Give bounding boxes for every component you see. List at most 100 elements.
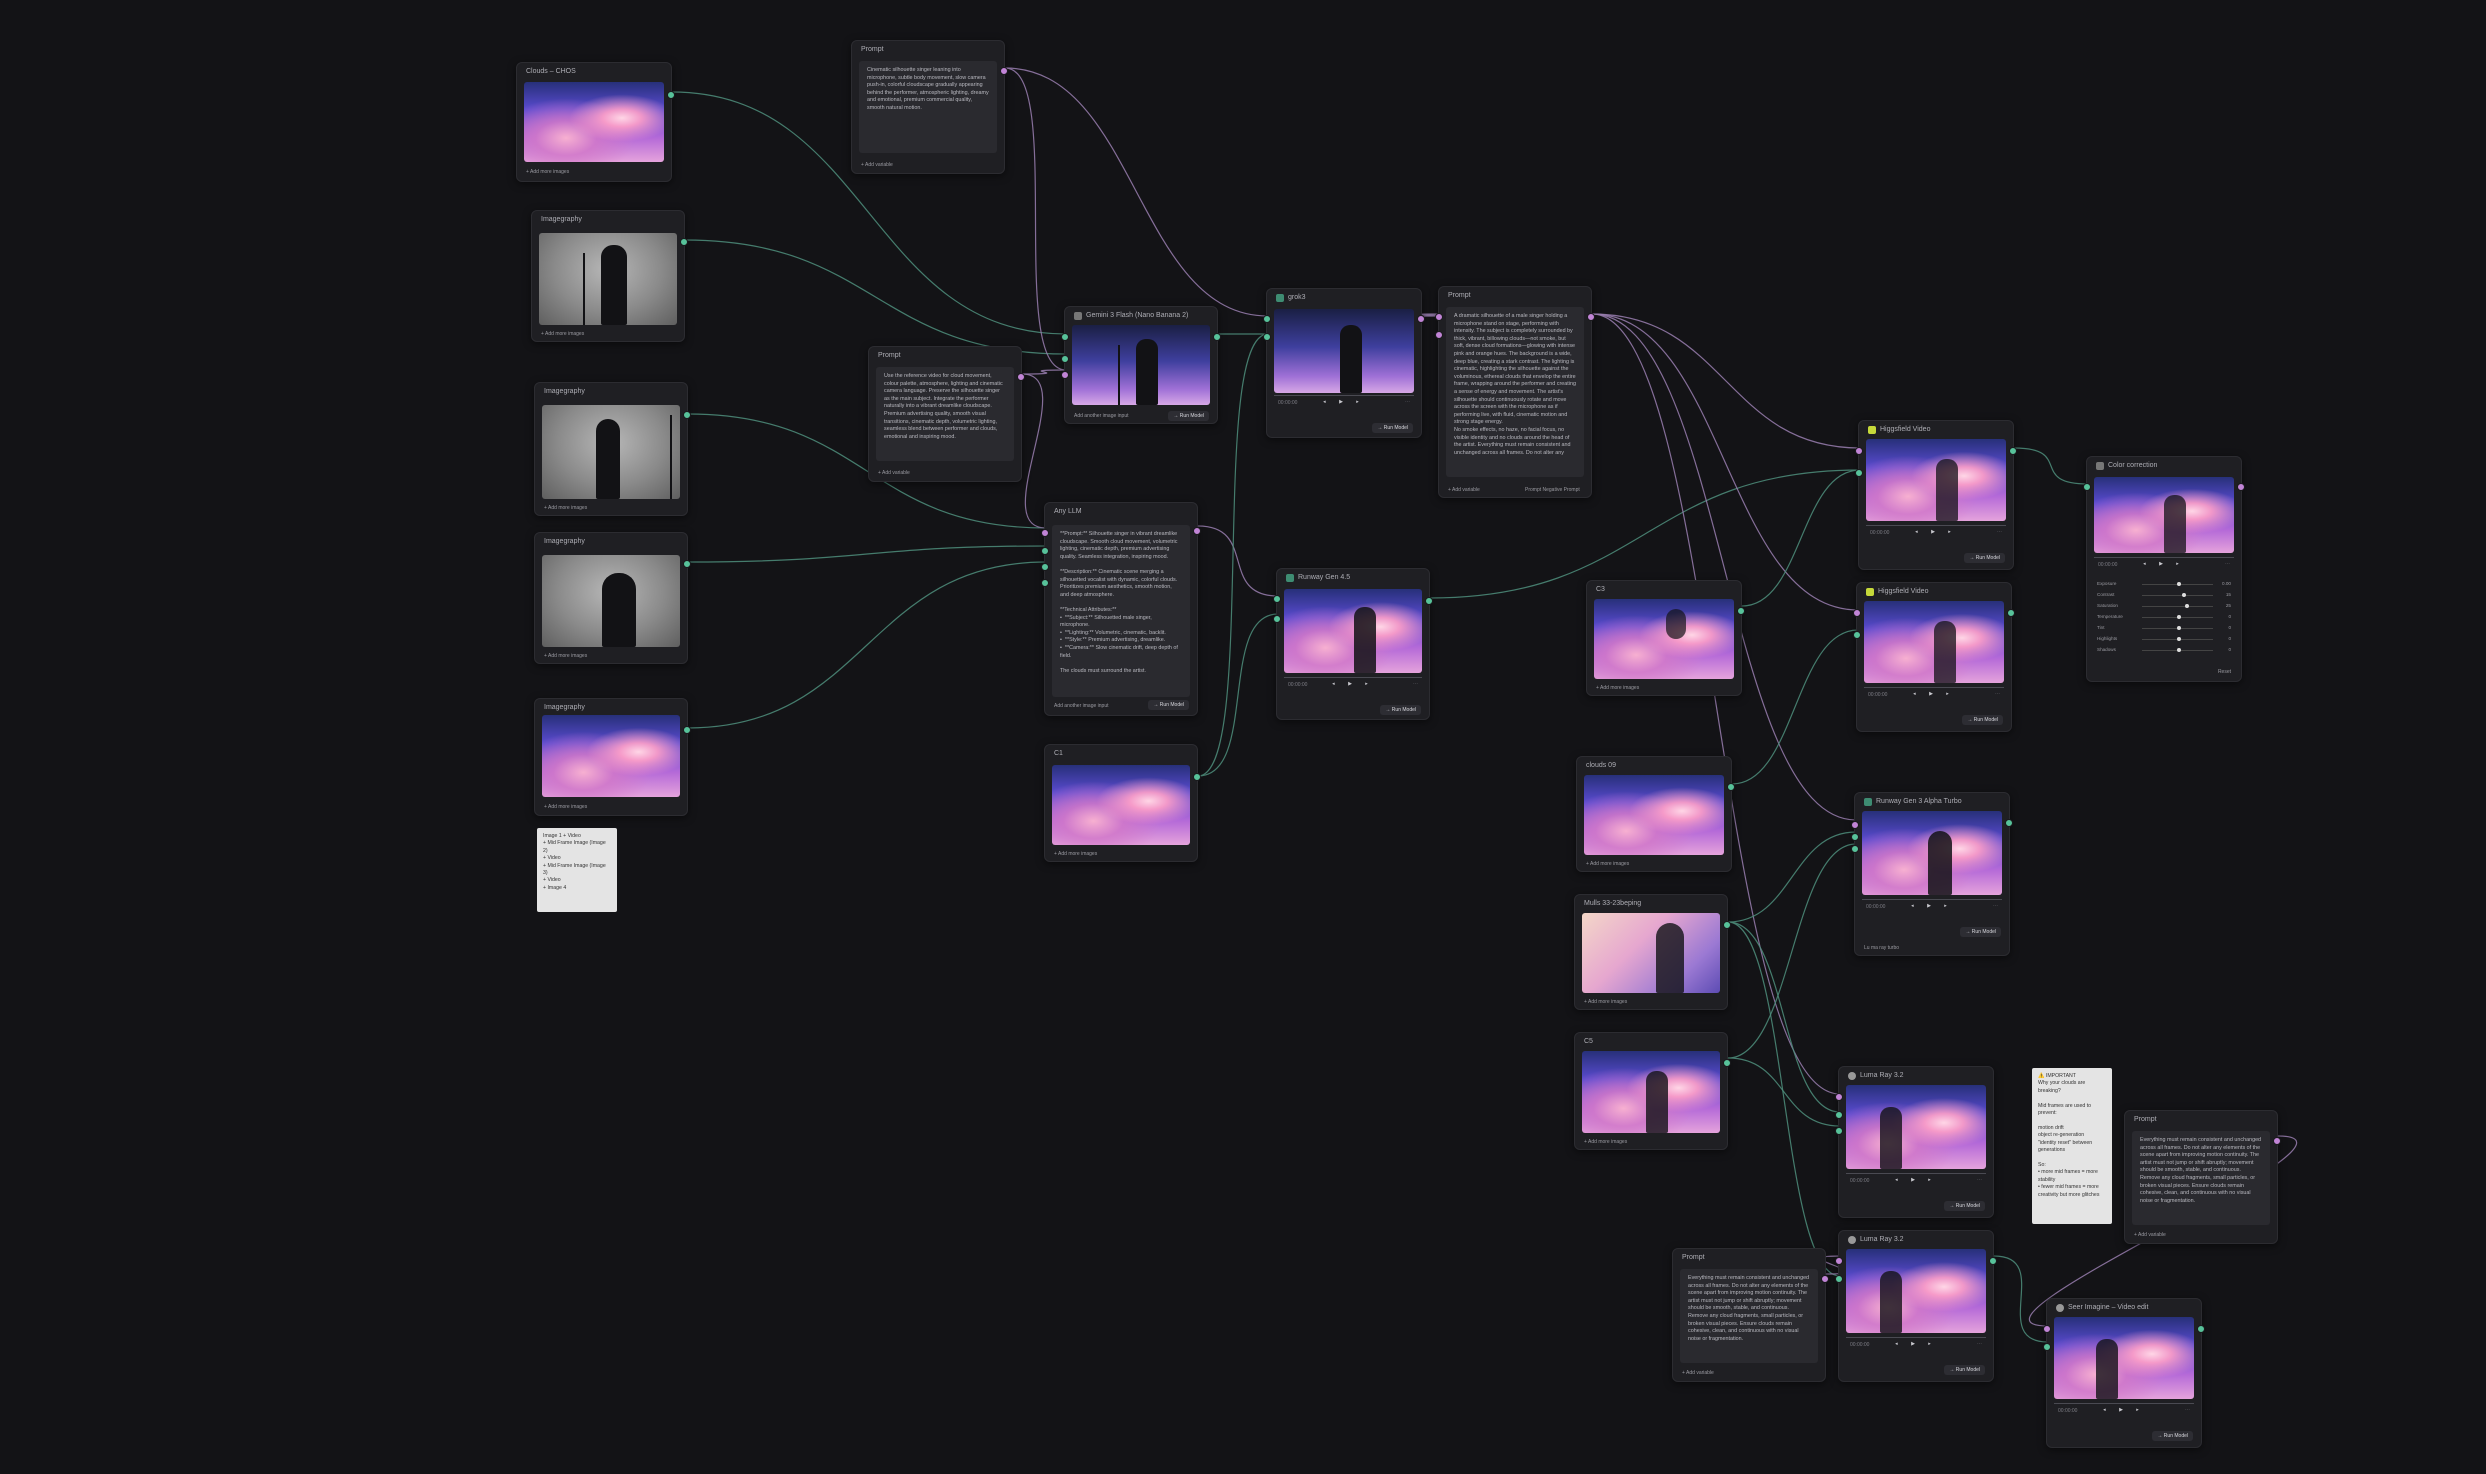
node-title: Imagegraphy xyxy=(541,216,582,223)
video-controls[interactable]: 00:00:00 ◂ ▶ ▸ ⋯ xyxy=(1846,1173,1986,1187)
slider-value: 0.00 xyxy=(2222,581,2231,586)
add-images-link[interactable]: + Add more images xyxy=(544,505,587,511)
add-images-link[interactable]: + Add more images xyxy=(544,804,587,810)
gemini-node[interactable]: Gemini 3 Flash (Nano Banana 2) Add anoth… xyxy=(1061,306,1221,424)
add-variable-link[interactable]: + Add variable xyxy=(878,470,910,476)
luma-ray-node-1[interactable]: Luma Ray 3.2 00:00:00 ◂ ▶ ▸ ⋯ → Run Model xyxy=(1835,1066,1994,1218)
slider-knob[interactable] xyxy=(2176,582,2181,586)
color-slider-row[interactable]: Highlights 0 xyxy=(2097,636,2231,643)
sticky-note-left[interactable]: Image 1 + Video + Mid Frame Image (Image… xyxy=(537,828,617,912)
color-slider-row[interactable]: Contrast 15 xyxy=(2097,592,2231,599)
color-slider-row[interactable]: Exposure 0.00 xyxy=(2097,581,2231,588)
luma-ray-node-2[interactable]: Luma Ray 3.2 00:00:00 ◂ ▶ ▸ ⋯ → Run Model xyxy=(1835,1230,1997,1382)
mulls-node[interactable]: Mulls 33-23beping + Add more images xyxy=(1574,894,1731,1010)
prompt-text[interactable]: Cinematic silhouette singer leaning into… xyxy=(859,61,997,153)
reset-button[interactable]: Reset xyxy=(2218,669,2231,675)
c5-node[interactable]: C5 + Add more images xyxy=(1574,1032,1731,1150)
add-image-input-link[interactable]: Add another image input xyxy=(1054,703,1108,709)
c3-node[interactable]: C3 + Add more images xyxy=(1586,580,1745,696)
video-controls[interactable]: 00:00:00 ◂ ▶ ▸ ⋯ xyxy=(1274,395,1414,409)
add-images-link[interactable]: + Add more images xyxy=(544,653,587,659)
clouds-chos-node[interactable]: Clouds – CHOS + Add more images xyxy=(516,62,675,182)
sticky-note-important[interactable]: ⚠️ IMPORTANT Why your clouds are breakin… xyxy=(2032,1068,2112,1224)
run-model-button[interactable]: → Run Model xyxy=(1372,423,1413,433)
video-controls[interactable]: 00:00:00 ◂ ▶ ▸ ⋯ xyxy=(2054,1403,2194,1417)
run-model-button[interactable]: → Run Model xyxy=(1944,1201,1985,1211)
slider-knob[interactable] xyxy=(2181,593,2186,597)
connection-wire xyxy=(1197,613,1279,777)
add-images-link[interactable]: + Add more images xyxy=(1054,851,1097,857)
imagegraphy-node-4[interactable]: Imagegraphy + Add more images xyxy=(534,698,691,816)
slider-knob[interactable] xyxy=(2176,637,2181,641)
run-model-button[interactable]: → Run Model xyxy=(1960,927,2001,937)
prompt-node-ref[interactable]: Prompt Use the reference video for cloud… xyxy=(868,346,1025,482)
color-slider-row[interactable]: Temperature 0 xyxy=(2097,614,2231,621)
slider-track[interactable] xyxy=(2142,606,2213,607)
color-correction-node[interactable]: Color correction 00:00:00 ◂ ▶ ▸ ⋯ Exposure… xyxy=(2083,456,2245,682)
run-model-button[interactable]: → Run Model xyxy=(1962,715,2003,725)
higgsfield-video-node-1[interactable]: Higgsfield Video 00:00:00 ◂ ▶ ▸ ⋯ → Run Mo… xyxy=(1855,420,2017,570)
add-images-link[interactable]: + Add more images xyxy=(526,169,569,175)
run-model-button[interactable]: → Run Model xyxy=(1380,705,1421,715)
llm-output-text[interactable]: **Prompt:** Silhouette singer in vibrant… xyxy=(1052,525,1190,697)
run-model-button[interactable]: → Run Model xyxy=(1944,1365,1985,1375)
prompt-text[interactable]: Everything must remain consistent and un… xyxy=(1680,1269,1818,1363)
cloud-image xyxy=(524,82,664,162)
slider-knob[interactable] xyxy=(2176,648,2181,652)
video-controls[interactable]: 00:00:00 ◂ ▶ ▸ ⋯ xyxy=(2094,557,2234,571)
any-llm-node[interactable]: Any LLM **Prompt:** Silhouette singer in… xyxy=(1041,502,1201,716)
prompt-node-top[interactable]: Prompt Cinematic silhouette singer leani… xyxy=(851,40,1008,174)
color-slider-row[interactable]: Shadows 0 xyxy=(2097,647,2231,654)
run-model-button[interactable]: → Run Model xyxy=(1148,700,1189,710)
add-images-link[interactable]: + Add more images xyxy=(1596,685,1639,691)
runway-gen3-alpha-node[interactable]: Runway Gen 3 Alpha Turbo 00:00:00 ◂ ▶ ▸ ⋯ … xyxy=(1851,792,2013,956)
video-controls[interactable]: 00:00:00 ◂ ▶ ▸ ⋯ xyxy=(1864,687,2004,701)
color-slider-row[interactable]: Saturation 25 xyxy=(2097,603,2231,610)
slider-knob[interactable] xyxy=(2176,615,2181,619)
video-controls[interactable]: 00:00:00 ◂ ▶ ▸ ⋯ xyxy=(1284,677,1422,691)
slider-value: 15 xyxy=(2225,592,2231,597)
add-images-link[interactable]: + Add more images xyxy=(1586,861,1629,867)
slider-knob[interactable] xyxy=(2185,604,2190,608)
prompt-text[interactable]: Use the reference video for cloud moveme… xyxy=(876,367,1014,461)
slider-label: Contrast xyxy=(2097,592,2115,597)
prompt-text[interactable]: Everything must remain consistent and un… xyxy=(2132,1131,2270,1225)
clouds-09-node[interactable]: clouds 09 + Add more images xyxy=(1576,756,1735,872)
c1-node[interactable]: C1 + Add more images xyxy=(1044,744,1201,862)
video-controls[interactable]: 00:00:00 ◂ ▶ ▸ ⋯ xyxy=(1862,899,2002,913)
slider-knob[interactable] xyxy=(2176,626,2181,630)
runway-gen45-node[interactable]: Runway Gen 4.5 00:00:00 ◂ ▶ ▸ ⋯ → Run Mode… xyxy=(1273,568,1433,720)
connection-wire xyxy=(1993,1255,2049,1343)
prompt-node-mid[interactable]: Prompt A dramatic silhouette of a male s… xyxy=(1435,286,1595,498)
play-icon: ◂ ▶ ▸ xyxy=(1895,1177,1937,1183)
grok3-node[interactable]: grok3 00:00:00 ◂ ▶ ▸ ⋯ → Run Model xyxy=(1263,288,1425,438)
add-variable-link[interactable]: + Add variable xyxy=(2134,1232,2166,1238)
singer-cloud-image xyxy=(1582,913,1720,993)
prompt-node-bottom-left[interactable]: Prompt Everything must remain consistent… xyxy=(1672,1248,1829,1382)
add-images-link[interactable]: + Add more images xyxy=(1584,1139,1627,1145)
add-variable-link[interactable]: + Add variable xyxy=(1682,1370,1714,1376)
add-variable-link[interactable]: + Add variable xyxy=(1448,487,1480,493)
add-variable-link[interactable]: + Add variable xyxy=(861,162,893,168)
imagegraphy-node-2[interactable]: Imagegraphy + Add more images xyxy=(534,382,691,516)
add-image-input-link[interactable]: Add another image input xyxy=(1074,413,1128,419)
add-images-link[interactable]: + Add more images xyxy=(1584,999,1627,1005)
slider-track[interactable] xyxy=(2142,595,2213,596)
run-model-button[interactable]: → Run Model xyxy=(2152,1431,2193,1441)
prompt-tabs[interactable]: Prompt Negative Prompt xyxy=(1525,487,1580,493)
run-model-button[interactable]: → Run Model xyxy=(1168,411,1209,421)
seer-imagine-video-edit-node[interactable]: Seer Imagine – Video edit 00:00:00 ◂ ▶ ▸ ⋯… xyxy=(2043,1298,2205,1448)
video-controls[interactable]: 00:00:00 ◂ ▶ ▸ ⋯ xyxy=(1846,1337,1986,1351)
video-controls[interactable]: 00:00:00 ◂ ▶ ▸ ⋯ xyxy=(1866,525,2006,539)
prompt-node-bottom-right[interactable]: Prompt Everything must remain consistent… xyxy=(2124,1110,2281,1244)
imagegraphy-node-3[interactable]: Imagegraphy + Add more images xyxy=(534,532,691,664)
prompt-text[interactable]: A dramatic silhouette of a male singer h… xyxy=(1446,307,1584,477)
connection-wire xyxy=(1731,629,1859,785)
add-images-link[interactable]: + Add more images xyxy=(541,331,584,337)
imagegraphy-node-1[interactable]: Imagegraphy + Add more images xyxy=(531,210,688,342)
slider-label: Exposure xyxy=(2097,581,2117,586)
higgsfield-video-node-2[interactable]: Higgsfield Video 00:00:00 ◂ ▶ ▸ ⋯ → Run Mo… xyxy=(1853,582,2015,732)
run-model-button[interactable]: → Run Model xyxy=(1964,553,2005,563)
color-slider-row[interactable]: Tint 0 xyxy=(2097,625,2231,632)
node-title: Luma Ray 3.2 xyxy=(1860,1236,1904,1243)
